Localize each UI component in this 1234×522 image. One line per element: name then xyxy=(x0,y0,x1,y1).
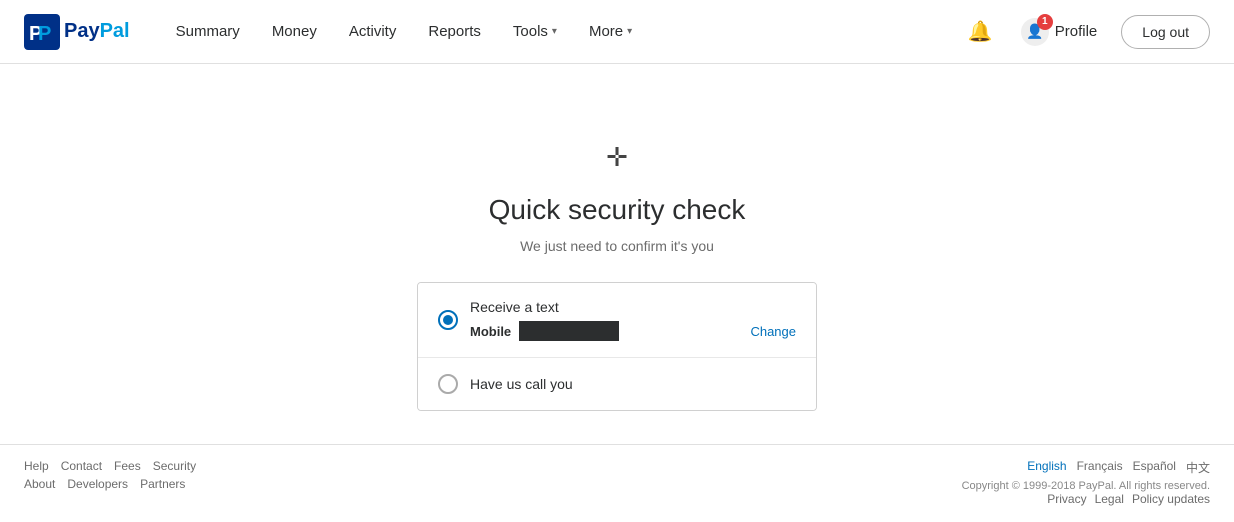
nav-item-more[interactable]: More ▾ xyxy=(575,15,646,48)
mobile-label: Mobile xyxy=(470,324,511,339)
more-chevron-icon: ▾ xyxy=(627,26,632,37)
profile-button[interactable]: 👤 1 Profile xyxy=(1013,14,1106,50)
notification-badge: 1 xyxy=(1037,14,1053,30)
lang-french[interactable]: Français xyxy=(1077,459,1123,476)
profile-label: Profile xyxy=(1055,23,1098,40)
footer-left: Help Contact Fees Security About Develop… xyxy=(24,459,196,491)
footer-fees-link[interactable]: Fees xyxy=(114,459,141,473)
main-content: ✛ Quick security check We just need to c… xyxy=(0,64,1234,444)
footer-links-row1: Help Contact Fees Security xyxy=(24,459,196,473)
call-you-label: Have us call you xyxy=(470,376,796,392)
receive-text-radio[interactable] xyxy=(438,310,458,330)
mobile-row: Mobile Change xyxy=(470,321,796,341)
crosshair-icon: ✛ xyxy=(606,144,628,170)
tools-chevron-icon: ▾ xyxy=(552,26,557,37)
logo-paypal-text: PayPal xyxy=(64,20,130,43)
footer-security-link[interactable]: Security xyxy=(153,459,196,473)
receive-text-option[interactable]: Receive a text Mobile Change xyxy=(418,283,816,358)
receive-text-content: Receive a text Mobile Change xyxy=(470,299,796,341)
footer-help-link[interactable]: Help xyxy=(24,459,49,473)
footer-legal-link[interactable]: Legal xyxy=(1095,492,1124,506)
receive-text-label: Receive a text xyxy=(470,299,796,315)
mobile-number-masked xyxy=(519,321,619,341)
paypal-logo-icon: P P xyxy=(24,14,60,50)
page-subtitle: We just need to confirm it's you xyxy=(520,238,714,254)
footer-right: English Français Español 中文 Copyright © … xyxy=(962,459,1210,506)
footer-language-selector: English Français Español 中文 xyxy=(962,459,1210,476)
nav-item-money[interactable]: Money xyxy=(258,15,331,48)
footer-contact-link[interactable]: Contact xyxy=(61,459,102,473)
logout-button[interactable]: Log out xyxy=(1121,15,1210,49)
nav-item-reports[interactable]: Reports xyxy=(414,15,495,48)
footer-developers-link[interactable]: Developers xyxy=(67,477,128,491)
nav-item-tools[interactable]: Tools ▾ xyxy=(499,15,571,48)
profile-avatar: 👤 1 xyxy=(1021,18,1049,46)
main-nav: Summary Money Activity Reports Tools ▾ M… xyxy=(162,15,964,48)
footer-links-row2: About Developers Partners xyxy=(24,477,196,491)
footer-copyright: Copyright © 1999-2018 PayPal. All rights… xyxy=(962,480,1210,492)
footer-about-link[interactable]: About xyxy=(24,477,55,491)
nav-item-summary[interactable]: Summary xyxy=(162,15,254,48)
lang-spanish[interactable]: Español xyxy=(1133,459,1176,476)
footer-right-links: Privacy Legal Policy updates xyxy=(962,492,1210,506)
header-right: 🔔 👤 1 Profile Log out xyxy=(964,14,1210,50)
footer: Help Contact Fees Security About Develop… xyxy=(0,444,1234,520)
lang-english[interactable]: English xyxy=(1027,459,1066,476)
header: P P PayPal Summary Money Activity Report… xyxy=(0,0,1234,64)
svg-text:P: P xyxy=(38,23,51,45)
footer-partners-link[interactable]: Partners xyxy=(140,477,185,491)
call-you-content: Have us call you xyxy=(470,376,796,392)
change-link[interactable]: Change xyxy=(750,324,796,339)
call-you-radio[interactable] xyxy=(438,374,458,394)
security-options-card: Receive a text Mobile Change Have us cal… xyxy=(417,282,817,411)
page-title: Quick security check xyxy=(489,194,746,226)
footer-policy-link[interactable]: Policy updates xyxy=(1132,492,1210,506)
lang-chinese[interactable]: 中文 xyxy=(1186,459,1210,476)
footer-privacy-link[interactable]: Privacy xyxy=(1047,492,1086,506)
call-you-option[interactable]: Have us call you xyxy=(418,358,816,410)
notification-bell-button[interactable]: 🔔 xyxy=(964,15,997,48)
logo[interactable]: P P PayPal xyxy=(24,14,130,50)
receive-text-radio-selected xyxy=(443,315,453,325)
nav-item-activity[interactable]: Activity xyxy=(335,15,411,48)
